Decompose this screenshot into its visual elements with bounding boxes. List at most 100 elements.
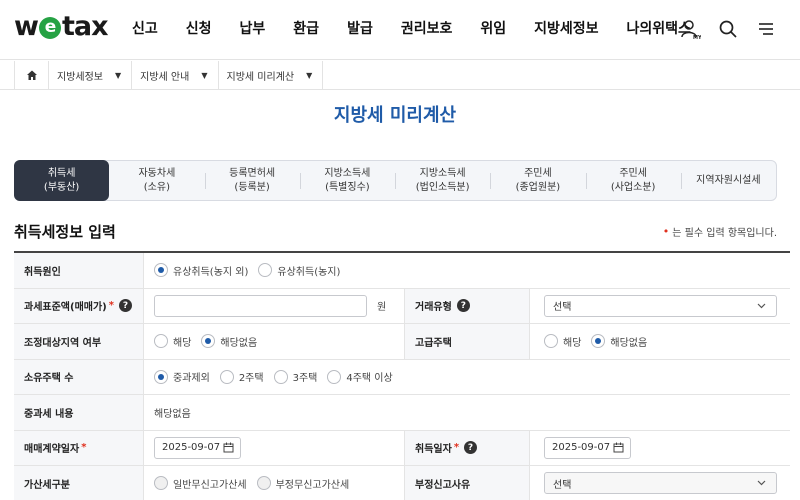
menu-icon[interactable] [754,17,778,41]
breadcrumb-item-local-tax-guide[interactable]: 지방세 안내 ▼ [132,61,219,89]
contract-date-field: 2025-09-07 [144,431,404,466]
chevron-down-icon: ▼ [115,70,122,80]
contract-date-picker[interactable]: 2025-09-07 [154,436,241,459]
heavy-tax-value: 해당없음 [154,408,191,420]
svg-text:MY: MY [693,35,701,40]
radio-circle-icon [544,334,558,349]
tab-registration-license-tax[interactable]: 등록면허세 (등록분) [204,161,300,200]
chevron-down-icon [757,303,766,309]
nav-item-pay[interactable]: 납부 [240,19,266,39]
adjusted-area-options: 해당 해당없음 [144,324,404,359]
radio-label: 중과제외 [173,373,210,385]
nav-item-refund[interactable]: 환급 [293,19,319,39]
nav-item-rights[interactable]: 권리보호 [401,19,453,39]
help-icon[interactable]: ? [464,441,478,455]
radio-luxury-house-yes[interactable]: 해당 [544,334,581,349]
label-houses-owned: 소유주택 수 [14,359,144,394]
section-title: 취득세정보 입력 [14,223,116,241]
nav-item-issue[interactable]: 발급 [347,19,373,39]
select-value: 선택 [553,302,572,314]
tax-base-input[interactable] [154,294,367,317]
radio-houses-exempt[interactable]: 중과제외 [154,369,210,384]
label-penalty-type: 가산세구분 [14,466,144,500]
calendar-icon [613,442,624,453]
label-acq-date: 취득일자 *? [404,430,530,465]
radio-houses-3[interactable]: 3주택 [273,369,318,385]
label-text: 취득일자 [415,444,452,456]
help-icon[interactable]: ? [118,299,132,313]
radio-adjusted-area-yes[interactable]: 해당 [154,334,191,349]
logo-e-mark: e [38,17,61,39]
nav-item-local-tax-info[interactable]: 지방세정보 [534,19,598,39]
radio-acq-cause-non-farmland[interactable]: 유상취득(농지 외) [154,263,248,278]
label-text: 매매계약일자 [24,444,80,456]
tab-resident-tax-business[interactable]: 주민세 (사업소분) [585,161,681,200]
acquisition-tax-form: 취득원인 유상취득(농지 외) 유상취득(농지) 과세표준액(매매가) *? 원 … [14,251,790,500]
select-value: 선택 [553,479,572,491]
search-icon[interactable] [716,17,740,41]
radio-circle-icon [256,476,271,491]
radio-circle-icon [327,369,342,384]
tab-vehicle-tax[interactable]: 자동차세 (소유) [109,161,204,200]
logo-text-tax: tax [61,11,109,42]
form-row-houses-owned: 소유주택 수 중과제외 2주택 3주택 4주택 이상 [14,359,790,395]
label-adjusted-area: 조정대상지역 여부 [14,324,144,359]
deal-type-select[interactable]: 선택 [544,294,777,317]
tab-local-income-tax-withholding[interactable]: 지방소득세 (특별징수) [299,161,395,200]
breadcrumb: 지방세정보 ▼ 지방세 안내 ▼ 지방세 미리계산 ▼ [14,61,324,89]
radio-penalty-fraud[interactable]: 부정무신고가산세 [256,476,349,491]
tax-base-field: 원 [144,289,404,324]
date-value: 2025-09-07 [552,442,611,454]
radio-houses-2[interactable]: 2주택 [219,369,264,384]
radio-circle-icon [201,334,216,349]
fraud-reason-select[interactable]: 선택 [544,472,777,495]
radio-label: 해당 [173,337,192,349]
label-contract-date: 매매계약일자 * [14,430,144,465]
tab-resident-tax-employee[interactable]: 주민세 (종업원분) [490,161,585,200]
radio-penalty-general[interactable]: 일반무신고가산세 [154,476,247,491]
radio-circle-icon [219,369,234,384]
radio-luxury-house-no[interactable]: 해당없음 [591,334,647,349]
label-luxury-house: 고급주택 [404,324,530,359]
breadcrumb-divider [0,89,800,90]
form-row-heavy-tax: 중과세 내용 해당없음 [14,395,790,431]
main-nav: 신고 신청 납부 환급 발급 권리보호 위임 지방세정보 나의위택스 [132,19,719,39]
label-acq-cause: 취득원인 [14,253,144,288]
nav-item-apply[interactable]: 신청 [186,19,212,39]
breadcrumb-item-precalc[interactable]: 지방세 미리계산 ▼ [219,61,324,89]
radio-adjusted-area-no[interactable]: 해당없음 [201,334,257,349]
chevron-down-icon [757,480,766,486]
header-icons: MY [678,17,778,41]
radio-label: 해당없음 [220,337,258,349]
radio-label: 유상취득(농지 외) [173,266,249,278]
help-icon[interactable]: ? [456,299,470,313]
radio-acq-cause-farmland[interactable]: 유상취득(농지) [258,263,340,278]
my-user-icon[interactable]: MY [678,17,702,41]
fraud-reason-field: 선택 [530,466,790,500]
label-heavy-tax: 중과세 내용 [14,395,144,430]
home-icon [26,70,37,80]
acq-date-picker[interactable]: 2025-09-07 [544,436,631,459]
breadcrumb-item-local-tax-info[interactable]: 지방세정보 ▼ [49,61,133,89]
tax-base-unit: 원 [377,302,387,314]
radio-label: 3주택 [292,373,318,385]
tab-regional-resource-tax[interactable]: 지역자원시설세 [680,161,776,200]
form-row-tax-base: 과세표준액(매매가) *? 원 거래유형? 선택 [14,288,790,324]
breadcrumb-home[interactable] [15,61,49,89]
nav-item-report[interactable]: 신고 [132,19,158,39]
radio-houses-4-plus[interactable]: 4주택 이상 [327,369,393,384]
required-mark: * [108,300,114,312]
label-text: 거래유형 [415,302,452,314]
date-value: 2025-09-07 [162,442,221,454]
page-title: 지방세 미리계산 [333,105,457,126]
radio-circle-icon [154,334,168,349]
tab-local-income-tax-corporate[interactable]: 지방소득세 (법인소득분) [395,161,490,200]
radio-label: 해당없음 [610,337,648,349]
wetax-logo[interactable]: w e tax [14,12,108,42]
deal-type-field: 선택 [530,289,790,324]
chevron-down-icon: ▼ [201,70,208,80]
form-row-penalty: 가산세구분 일반무신고가산세 부정무신고가산세 부정신고사유 선택 [14,466,790,500]
nav-item-delegate[interactable]: 위임 [480,19,506,39]
label-text: 과세표준액(매매가) [24,302,107,314]
tab-acquisition-tax[interactable]: 취득세 (부동산) [14,160,110,201]
